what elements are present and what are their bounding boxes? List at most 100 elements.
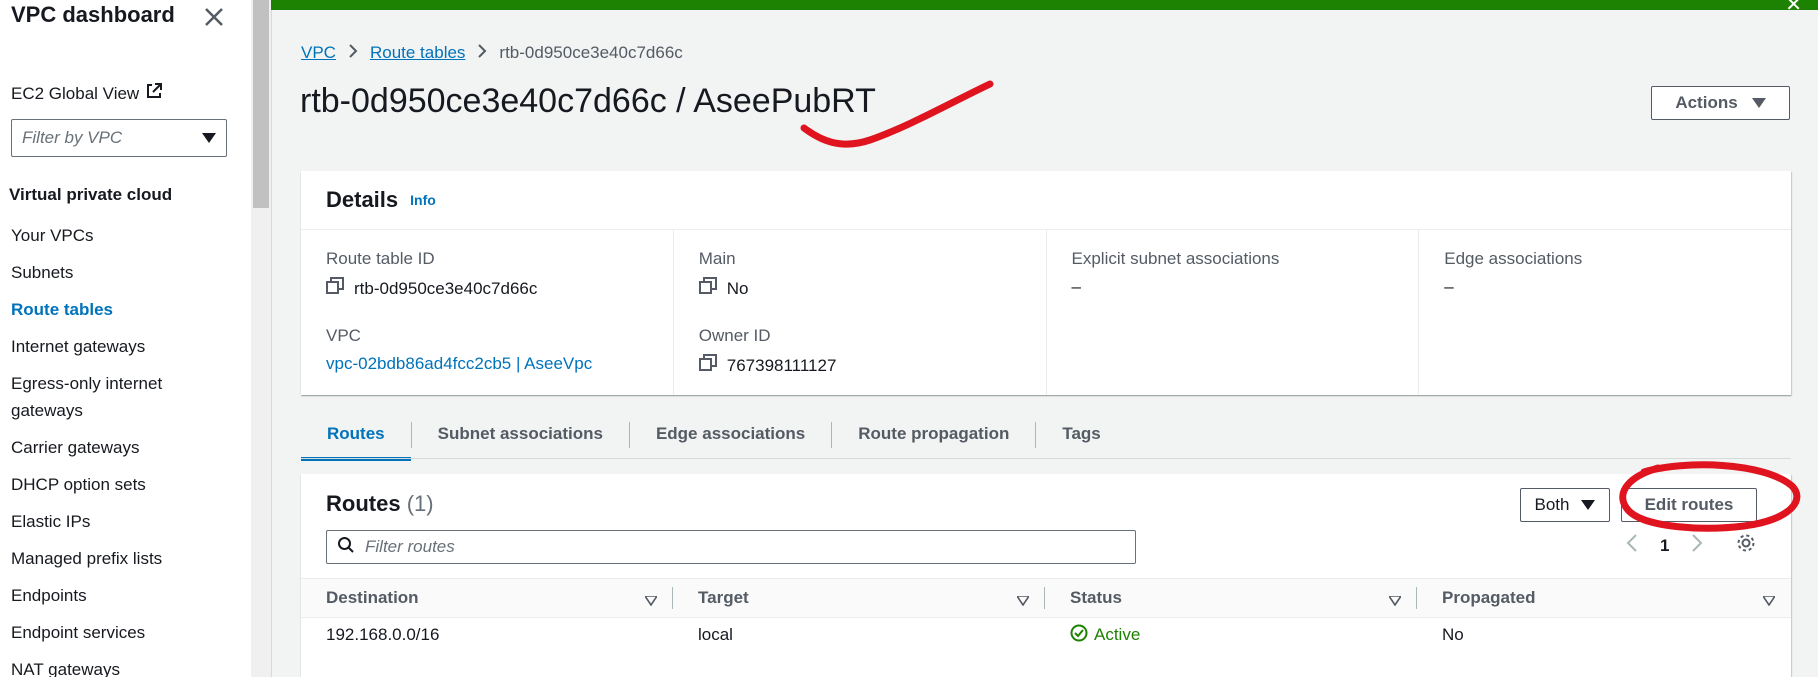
sidebar-item-elastic-ips[interactable]: Elastic IPs xyxy=(11,508,226,535)
caret-down-icon xyxy=(202,128,216,148)
sidebar-item-route-tables[interactable]: Route tables xyxy=(11,296,226,323)
chevron-right-icon xyxy=(348,42,358,63)
sidebar: VPC dashboard EC2 Global View Filter by … xyxy=(0,0,252,677)
success-banner: ✕ xyxy=(271,0,1818,16)
sort-caret-icon xyxy=(1387,591,1403,611)
sidebar-item-internet-gateways[interactable]: Internet gateways xyxy=(11,333,226,360)
chevron-left-icon[interactable] xyxy=(1626,534,1638,557)
breadcrumb-route-tables[interactable]: Route tables xyxy=(370,43,465,63)
tab-bar: Routes Subnet associations Edge associatio… xyxy=(301,412,1127,461)
search-icon xyxy=(337,536,355,559)
details-panel: Details Info Route table ID rtb-0d950ce3… xyxy=(301,171,1791,395)
column-header-destination[interactable]: Destination xyxy=(301,579,673,617)
column-header-target[interactable]: Target xyxy=(673,579,1045,617)
copy-icon[interactable] xyxy=(698,354,717,377)
details-col-2: Main No Owner ID 767398111127 xyxy=(674,229,1047,395)
routes-panel: Routes (1) Both Edit routes Filter route… xyxy=(301,474,1791,677)
cell-status: Active xyxy=(1045,616,1417,654)
caret-down-icon xyxy=(1751,93,1766,113)
external-link-icon xyxy=(145,82,163,105)
vpc-link[interactable]: vpc-02bdb86ad4fcc2cb5 | AseeVpc xyxy=(326,354,592,374)
routes-title: Routes (1) xyxy=(326,491,434,517)
sidebar-item-endpoint-services[interactable]: Endpoint services xyxy=(11,619,226,646)
owner-id-label: Owner ID xyxy=(698,326,771,345)
page-number[interactable]: 1 xyxy=(1660,536,1669,556)
actions-button[interactable]: Actions xyxy=(1651,86,1790,120)
details-grid: Route table ID rtb-0d950ce3e40c7d66c VPC… xyxy=(301,229,1791,395)
breadcrumb: VPC Route tables rtb-0d950ce3e40c7d66c xyxy=(301,42,683,63)
column-label: Status xyxy=(1070,588,1122,607)
sidebar-item-subnets[interactable]: Subnets xyxy=(11,259,226,286)
status-text: Active xyxy=(1094,625,1141,644)
breadcrumb-current: rtb-0d950ce3e40c7d66c xyxy=(499,42,683,62)
tab-subnet-associations[interactable]: Subnet associations xyxy=(412,412,629,457)
sidebar-item-endpoints[interactable]: Endpoints xyxy=(11,582,226,609)
tab-routes[interactable]: Routes xyxy=(301,412,411,461)
copy-icon[interactable] xyxy=(326,277,344,300)
tab-tags[interactable]: Tags xyxy=(1036,412,1126,457)
banner-close-icon[interactable]: ✕ xyxy=(1785,0,1802,17)
sidebar-nav: Your VPCs Subnets Route tables Internet gat… xyxy=(11,222,226,677)
cell-target: local xyxy=(698,625,733,644)
route-table-id-value: rtb-0d950ce3e40c7d66c xyxy=(354,278,538,298)
sidebar-section-title: Virtual private cloud xyxy=(9,185,173,204)
column-header-status[interactable]: Status xyxy=(1045,579,1417,617)
route-table-id-label: Route table ID xyxy=(326,249,435,268)
column-label: Target xyxy=(698,588,749,607)
routes-count: (1) xyxy=(406,491,434,516)
vpc-filter-placeholder: Filter by VPC xyxy=(22,128,123,147)
tab-edge-associations[interactable]: Edge associations xyxy=(630,412,831,457)
vpc-label: VPC xyxy=(326,326,361,345)
both-label: Both xyxy=(1534,495,1570,514)
both-filter-button[interactable]: Both xyxy=(1520,488,1610,522)
breadcrumb-vpc[interactable]: VPC xyxy=(301,43,336,63)
sidebar-item-dhcp-option-sets[interactable]: DHCP option sets xyxy=(11,471,226,498)
chevron-right-icon xyxy=(477,42,487,63)
sidebar-item-carrier-gateways[interactable]: Carrier gateways xyxy=(11,434,226,461)
details-col-3: Explicit subnet associations – xyxy=(1047,229,1420,395)
copy-icon[interactable] xyxy=(698,277,717,300)
table-row[interactable]: 192.168.0.0/16 local Active No xyxy=(301,616,1791,654)
filter-routes-placeholder: Filter routes xyxy=(365,537,455,556)
sidebar-item-egress-only-internet-gateways[interactable]: Egress-only internet gateways xyxy=(11,370,226,424)
routes-table-header: Destination Target Status Propagated xyxy=(301,578,1791,618)
actions-label: Actions xyxy=(1675,93,1738,112)
ec2-global-view-link[interactable]: EC2 Global View xyxy=(11,82,163,105)
chevron-right-icon[interactable] xyxy=(1691,534,1703,557)
details-col-4: Edge associations – xyxy=(1419,229,1791,395)
caret-down-icon xyxy=(1581,495,1596,515)
column-header-propagated[interactable]: Propagated xyxy=(1417,579,1791,617)
cell-propagated: No xyxy=(1442,625,1464,644)
page-title: rtb-0d950ce3e40c7d66c / AseePubRT xyxy=(300,82,876,120)
gear-icon[interactable] xyxy=(1735,532,1757,559)
sidebar-scrollbar[interactable] xyxy=(251,0,272,677)
info-link[interactable]: Info xyxy=(410,192,436,208)
routes-title-text: Routes xyxy=(326,491,401,516)
details-col-1: Route table ID rtb-0d950ce3e40c7d66c VPC… xyxy=(301,229,674,395)
tab-route-propagation[interactable]: Route propagation xyxy=(832,412,1035,457)
scrollbar-thumb[interactable] xyxy=(253,0,269,208)
edge-associations-label: Edge associations xyxy=(1444,249,1583,268)
sidebar-item-managed-prefix-lists[interactable]: Managed prefix lists xyxy=(11,545,226,572)
vpc-filter-select[interactable]: Filter by VPC xyxy=(11,119,227,157)
edit-routes-button[interactable]: Edit routes xyxy=(1621,488,1757,522)
explicit-subnet-label: Explicit subnet associations xyxy=(1071,249,1280,268)
ec2-global-view-label: EC2 Global View xyxy=(11,83,140,103)
close-icon[interactable] xyxy=(201,4,227,30)
sidebar-item-nat-gateways[interactable]: NAT gateways xyxy=(11,656,226,677)
explicit-subnet-value: – xyxy=(1071,277,1081,296)
cell-destination: 192.168.0.0/16 xyxy=(326,625,440,644)
main-label: Main xyxy=(698,249,736,268)
sort-caret-icon xyxy=(643,591,659,611)
sidebar-title: VPC dashboard xyxy=(11,2,175,27)
edit-routes-label: Edit routes xyxy=(1644,495,1734,514)
tab-divider xyxy=(301,458,1791,459)
sort-caret-icon xyxy=(1761,591,1777,611)
column-label: Propagated xyxy=(1442,588,1536,607)
filter-routes-input[interactable]: Filter routes xyxy=(326,530,1136,564)
details-header: Details Info xyxy=(301,171,1791,230)
main-value: No xyxy=(726,278,749,298)
pagination: 1 xyxy=(1626,532,1757,559)
check-circle-icon xyxy=(1070,624,1088,647)
sidebar-item-your-vpcs[interactable]: Your VPCs xyxy=(11,222,226,249)
